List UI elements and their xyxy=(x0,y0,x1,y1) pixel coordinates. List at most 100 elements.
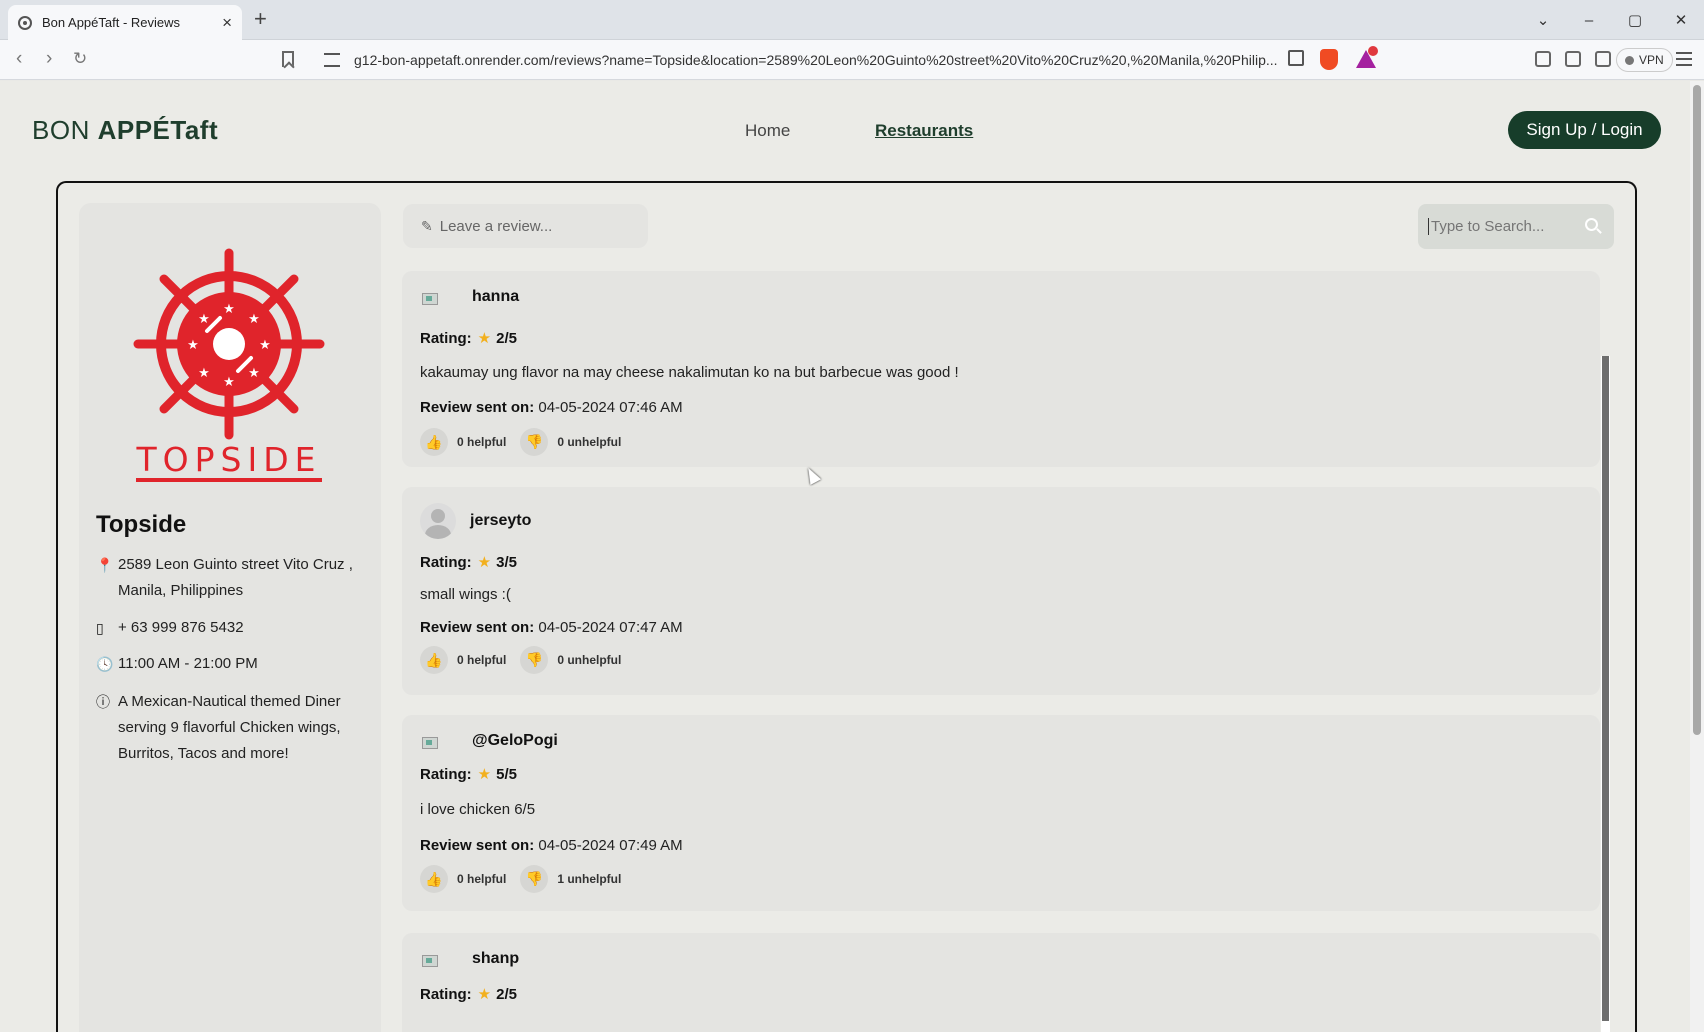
thumbs-down-icon[interactable]: 👍 xyxy=(520,865,549,893)
leave-review-button[interactable]: ✎ Leave a review... xyxy=(403,204,648,248)
logo-wordmark: TOPSIDE xyxy=(136,440,322,479)
page-scrollbar[interactable] xyxy=(1690,81,1704,1032)
close-window-icon[interactable]: ✕ xyxy=(1658,11,1704,29)
ship-wheel-logo-icon: ★ ★ ★ ★ ★ ★ ★ ★ TOPSIDE xyxy=(133,248,325,482)
review-card: hanna Rating: ★ 2/5 kakaumay ung flavor … xyxy=(402,271,1600,467)
info-icon: ⓘ xyxy=(96,694,110,710)
clock-icon: 🕓 xyxy=(96,656,114,672)
rating-value: 3/5 xyxy=(496,553,517,571)
restaurant-sidebar: ★ ★ ★ ★ ★ ★ ★ ★ TOPSIDE Topside 📍 2589 Leon … xyxy=(79,203,381,1032)
extensions-icon[interactable] xyxy=(1535,51,1551,67)
location-pin-icon: 📍 xyxy=(96,557,114,573)
close-tab-icon[interactable]: × xyxy=(222,14,232,31)
vpn-button[interactable]: VPN xyxy=(1616,48,1673,72)
broken-avatar-icon xyxy=(420,949,442,969)
svg-text:★: ★ xyxy=(187,338,199,353)
rating-label: Rating: xyxy=(420,985,472,1003)
vpn-status-icon xyxy=(1625,55,1634,65)
reviewer-username[interactable]: jerseyto xyxy=(470,512,531,530)
address-text: 2589 Leon Guinto street Vito Cruz , Mani… xyxy=(118,556,353,599)
review-card: @GeloPogi Rating: ★ 5/5 i love chicken 6… xyxy=(402,715,1600,911)
review-rating: Rating: ★ 5/5 xyxy=(420,765,517,784)
brave-shields-icon[interactable] xyxy=(1320,49,1338,70)
signup-login-button[interactable]: Sign Up / Login xyxy=(1508,111,1661,149)
browser-tab[interactable]: Bon AppéTaft - Reviews × xyxy=(8,5,242,40)
review-votes: 👍 0 helpful 👍 0 unhelpful xyxy=(420,646,635,674)
search-input[interactable] xyxy=(1428,218,1568,235)
sidebar-toggle-icon[interactable] xyxy=(1565,51,1581,67)
star-icon: ★ xyxy=(477,986,492,1003)
notification-badge xyxy=(1368,46,1378,56)
description-row: ⓘ A Mexican-Nautical themed Diner servin… xyxy=(96,689,368,767)
nav-home[interactable]: Home xyxy=(745,121,790,141)
rating-value: 2/5 xyxy=(496,985,517,1003)
review-date: Review sent on: 04-05-2024 07:47 AM xyxy=(420,619,683,636)
pencil-icon: ✎ xyxy=(421,217,433,234)
maximize-icon[interactable]: ▢ xyxy=(1612,11,1658,29)
forward-icon[interactable]: › xyxy=(46,49,52,68)
review-card: jerseyto Rating: ★ 3/5 small wings :( Re… xyxy=(402,487,1600,695)
url-text: g12-bon-appetaft.onrender.com/reviews?na… xyxy=(354,52,1278,68)
restaurant-logo: ★ ★ ★ ★ ★ ★ ★ ★ TOPSIDE xyxy=(124,245,334,485)
svg-text:★: ★ xyxy=(198,366,210,381)
reviewer: @GeloPogi xyxy=(420,731,558,751)
review-text: small wings :( xyxy=(420,586,511,603)
phone-icon: ▯ xyxy=(96,620,104,636)
svg-text:★: ★ xyxy=(198,312,210,327)
thumbs-up-icon[interactable]: 👍 xyxy=(420,428,448,456)
address-bar[interactable]: g12-bon-appetaft.onrender.com/reviews?na… xyxy=(310,45,1395,75)
leave-review-label: Leave a review... xyxy=(439,217,553,235)
search-icon[interactable] xyxy=(1585,218,1598,231)
sent-label: Review sent on: xyxy=(420,399,535,416)
review-date: Review sent on: 04-05-2024 07:49 AM xyxy=(420,837,683,854)
reviewer: shanp xyxy=(420,949,519,969)
brand-bold: APPÉTaft xyxy=(97,115,219,145)
reviews-scrollbar-thumb[interactable] xyxy=(1602,356,1609,1021)
review-search xyxy=(1418,204,1614,249)
review-date: Review sent on: 04-05-2024 07:46 AM xyxy=(420,399,683,416)
sent-value: 04-05-2024 07:49 AM xyxy=(538,837,683,854)
window-controls: ⌄ – ▢ ✕ xyxy=(1520,0,1704,40)
reviewer: hanna xyxy=(420,287,519,307)
tab-search-icon[interactable]: ⌄ xyxy=(1520,11,1566,29)
helpful-count: 0 helpful xyxy=(457,435,507,449)
reviewer-username[interactable]: hanna xyxy=(472,288,519,306)
review-votes: 👍 0 helpful 👍 0 unhelpful xyxy=(420,428,635,456)
svg-text:★: ★ xyxy=(223,375,235,390)
address-row: 📍 2589 Leon Guinto street Vito Cruz , Ma… xyxy=(96,552,368,604)
page-scrollbar-thumb[interactable] xyxy=(1693,85,1701,735)
review-rating: Rating: ★ 2/5 xyxy=(420,985,517,1004)
review-rating: Rating: ★ 2/5 xyxy=(420,329,517,348)
menu-icon[interactable] xyxy=(1676,52,1692,66)
restaurant-name: Topside xyxy=(96,511,187,538)
review-card: shanp Rating: ★ 2/5 xyxy=(402,933,1600,1032)
thumbs-down-icon[interactable]: 👍 xyxy=(520,646,549,674)
helpful-count: 0 helpful xyxy=(457,872,507,886)
reviews-scrollbar[interactable] xyxy=(1601,356,1610,1032)
thumbs-up-icon[interactable]: 👍 xyxy=(420,646,448,674)
site-settings-icon[interactable] xyxy=(324,53,340,67)
bookmark-icon[interactable] xyxy=(282,51,294,67)
wallet-icon[interactable] xyxy=(1595,51,1611,67)
svg-text:★: ★ xyxy=(248,366,260,381)
phone-text: + 63 999 876 5432 xyxy=(118,619,244,636)
vpn-label: VPN xyxy=(1639,53,1664,67)
unhelpful-count: 0 unhelpful xyxy=(557,653,622,667)
unhelpful-count: 0 unhelpful xyxy=(557,435,622,449)
reload-icon[interactable]: ↻ xyxy=(73,50,87,67)
thumbs-down-icon[interactable]: 👍 xyxy=(520,428,549,456)
new-tab-icon[interactable]: + xyxy=(254,8,267,30)
star-icon: ★ xyxy=(477,766,492,783)
minimize-icon[interactable]: – xyxy=(1566,12,1612,29)
thumbs-up-icon[interactable]: 👍 xyxy=(420,865,448,893)
reviewer-username[interactable]: @GeloPogi xyxy=(472,732,558,750)
share-icon[interactable] xyxy=(1288,50,1304,66)
nav-restaurants[interactable]: Restaurants xyxy=(875,121,973,141)
back-icon[interactable]: ‹ xyxy=(16,49,22,68)
rating-label: Rating: xyxy=(420,329,472,347)
helpful-count: 0 helpful xyxy=(457,653,507,667)
rating-label: Rating: xyxy=(420,553,472,571)
description-text: A Mexican-Nautical themed Diner serving … xyxy=(118,693,341,762)
site-logo[interactable]: BON APPÉTaft xyxy=(32,115,218,146)
reviewer-username[interactable]: shanp xyxy=(472,950,519,968)
